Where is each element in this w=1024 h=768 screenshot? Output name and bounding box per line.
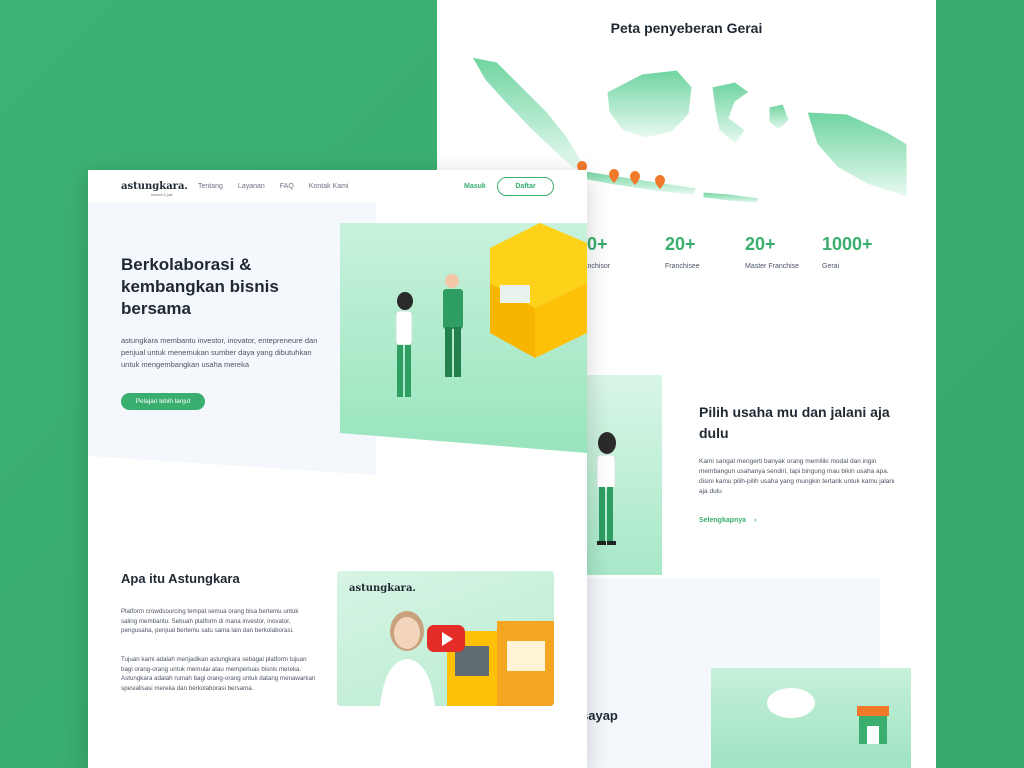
chevron-right-icon: › [754, 517, 757, 524]
map-island-sulawesi [711, 81, 750, 145]
stat-number: 20+ [745, 234, 776, 254]
cloud-icon [767, 688, 815, 718]
map-island-papua [806, 111, 907, 198]
pilih-illustration [577, 375, 662, 575]
stat-label: Gerai [822, 263, 840, 270]
video-logo: astungkara. [349, 583, 416, 594]
about-paragraph-1: Platform crowdsourcing tempat semua oran… [121, 608, 299, 634]
register-button[interactable]: Daftar [497, 177, 554, 196]
selengkapnya-label: Selengkapnya [699, 517, 747, 524]
play-icon[interactable] [427, 625, 465, 652]
map-title: Peta penyeberan Gerai [610, 20, 763, 36]
brand-logo[interactable]: astungkara. [121, 181, 188, 192]
stat-master-franchise: 20+ Master Franchise [745, 234, 799, 270]
nav-link-kontak[interactable]: Kontak Kami [309, 183, 349, 190]
wings-illustration [711, 668, 911, 768]
map-island-sumatra [471, 56, 583, 171]
pilih-title: Pilih usaha mu dan jalani aja dulu [699, 404, 890, 441]
about-title: Apa itu Astungkara [121, 571, 240, 586]
brand-tagline: tumbuh & jual [151, 193, 173, 197]
hero-description: astungkara membantu investor, inovator, … [121, 336, 318, 369]
selengkapnya-link[interactable]: Selengkapnya › [699, 517, 756, 524]
nav-links: Tentang Layanan FAQ Kontak Kami [198, 183, 348, 190]
woman-portrait-image [380, 611, 435, 706]
stat-label: Franchisee [665, 263, 700, 270]
stat-number: 20+ [665, 234, 696, 254]
learn-more-button[interactable]: Pelajari lebih lanjut [121, 393, 205, 410]
flying-shop-icon [857, 706, 889, 744]
nav-link-faq[interactable]: FAQ [280, 183, 294, 190]
hero-title: Berkolaborasi & kembangkan bisnis bersam… [121, 255, 279, 318]
login-link[interactable]: Masuk [464, 183, 486, 190]
stat-label: Master Franchise [745, 263, 800, 270]
map-island-nusa-tenggara [702, 191, 760, 204]
woman-illustration [596, 432, 616, 545]
top-navbar: astungkara. tumbuh & jual Tentang Layana… [88, 170, 587, 203]
about-paragraph-2: Tujuan kami adalah menjadikan astungkara… [121, 656, 316, 692]
nav-link-tentang[interactable]: Tentang [198, 183, 223, 190]
video-thumbnail[interactable]: astungkara. [337, 571, 554, 706]
stat-gerai: 1000+ Gerai [822, 234, 873, 270]
stat-franchisee: 20+ Franchisee [665, 234, 700, 270]
pilih-description: Kami sangat mengerti banyak orang memili… [699, 458, 895, 495]
presentation-background: Peta penyeberan Gerai 50+ Franchisor 20+… [0, 0, 1024, 768]
nav-link-layanan[interactable]: Layanan [238, 183, 265, 190]
stat-number: 1000+ [822, 234, 873, 254]
handshake-illustration [340, 223, 587, 453]
front-page: astungkara. tumbuh & jual Tentang Layana… [88, 170, 587, 768]
map-island-maluku [768, 103, 790, 131]
map-island-borneo [606, 69, 693, 139]
